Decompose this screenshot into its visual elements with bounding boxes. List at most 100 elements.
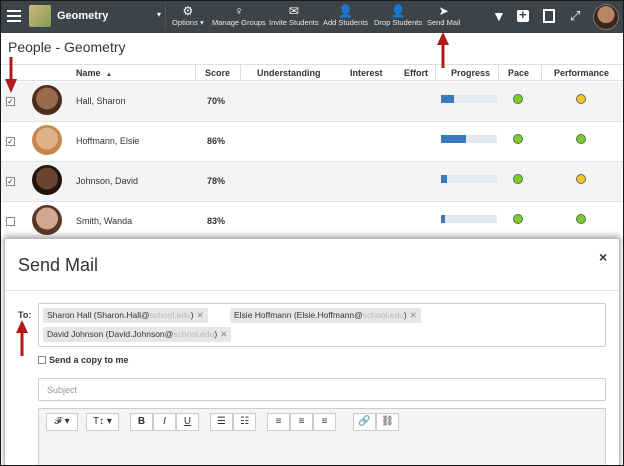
student-photo — [32, 85, 62, 115]
effort-column-header[interactable]: Effort — [404, 68, 428, 78]
sort-asc-icon: ▲ — [106, 72, 112, 78]
add-students-button[interactable]: 👤 Add Students — [323, 4, 368, 27]
student-name[interactable]: Hoffmann, Elsie — [76, 136, 139, 146]
avatar[interactable] — [593, 4, 619, 30]
recipient-chip[interactable]: Elsie Hoffmann (Elsie.Hoffmann@school.ed… — [230, 308, 421, 323]
copy-icon[interactable] — [543, 9, 555, 23]
chevron-down-icon[interactable]: ▾ — [157, 10, 161, 19]
send-copy-checkbox[interactable] — [38, 356, 46, 364]
options-button[interactable]: ⚙ Options ▾ — [172, 4, 204, 27]
name-column-header[interactable]: Name ▲ — [76, 68, 112, 78]
table-row[interactable]: ✓ Hall, Sharon 70% — [1, 82, 623, 122]
align-right-button[interactable]: ≡ — [313, 413, 336, 431]
remove-icon[interactable]: ✕ — [220, 329, 227, 339]
progress-bar — [441, 135, 497, 143]
invite-students-button[interactable]: ✉ Invite Students — [269, 4, 319, 27]
interest-column-header[interactable]: Interest — [350, 68, 383, 78]
remove-user-icon: 👤 — [390, 4, 406, 18]
menu-icon[interactable] — [7, 10, 21, 22]
unlink-button[interactable]: ⛓ — [376, 413, 399, 431]
progress-bar — [441, 215, 497, 223]
group-icon: ♀ — [234, 4, 244, 18]
pace-indicator — [513, 134, 523, 144]
column-divider — [541, 65, 542, 81]
table-header: Name ▲ Score Understanding Interest Effo… — [1, 64, 623, 81]
close-icon[interactable]: × — [599, 249, 607, 265]
column-divider — [195, 65, 196, 81]
progress-fill — [441, 135, 467, 143]
student-score: 86% — [207, 136, 226, 146]
student-name[interactable]: Hall, Sharon — [76, 96, 126, 106]
row-checkbox[interactable]: ✓ — [6, 177, 15, 186]
app-window: Geometry ▾ ⚙ Options ▾ ♀ Manage Groups ✉… — [1, 1, 623, 465]
recipient-chip[interactable]: Sharon Hall (Sharon.Hall@school.edu) ✕ — [43, 308, 208, 323]
row-checkbox[interactable] — [6, 217, 15, 226]
paper-plane-icon: ➤ — [438, 4, 449, 18]
recipients-field[interactable]: Sharon Hall (Sharon.Hall@school.edu) ✕ El… — [38, 303, 606, 347]
table-row[interactable]: Smith, Wanda 83% — [1, 202, 623, 242]
top-toolbar: Geometry ▾ ⚙ Options ▾ ♀ Manage Groups ✉… — [1, 1, 623, 33]
bold-button[interactable]: B — [130, 413, 153, 431]
student-photo — [32, 125, 62, 155]
send-copy-option[interactable]: Send a copy to me — [38, 355, 129, 365]
performance-indicator — [576, 174, 586, 184]
subject-input[interactable]: Subject — [38, 378, 606, 401]
page-title: People - Geometry — [8, 39, 126, 55]
column-divider — [498, 65, 499, 81]
remove-icon[interactable]: ✕ — [197, 310, 204, 320]
pace-indicator — [513, 214, 523, 224]
performance-indicator — [576, 214, 586, 224]
envelope-icon: ✉ — [288, 4, 299, 18]
performance-indicator — [576, 134, 586, 144]
progress-bar — [441, 95, 497, 103]
student-score: 70% — [207, 96, 226, 106]
font-dropdown[interactable]: 𝓕 ▾ — [46, 413, 78, 431]
course-thumbnail — [29, 5, 51, 27]
add-user-icon: 👤 — [338, 4, 353, 18]
remove-icon[interactable]: ✕ — [410, 310, 417, 320]
message-editor[interactable]: 𝓕 ▾ T↕ ▾ B I U ☰ ☷ ≡ ≡ ≡ 🔗 ⛓ — [38, 408, 606, 465]
understanding-column-header[interactable]: Understanding — [257, 68, 321, 78]
course-selector[interactable]: Geometry — [57, 10, 108, 22]
filter-icon[interactable]: ▼ — [492, 8, 506, 24]
send-mail-button[interactable]: ➤ Send Mail — [427, 4, 460, 27]
align-center-button[interactable]: ≡ — [290, 413, 313, 431]
bullet-list-button[interactable]: ☰ — [210, 413, 233, 431]
student-score: 83% — [207, 216, 226, 226]
student-photo — [32, 205, 62, 235]
add-icon[interactable]: + — [517, 7, 529, 22]
student-name[interactable]: Johnson, David — [76, 176, 138, 186]
dialog-title: Send Mail — [18, 255, 99, 275]
align-left-button[interactable]: ≡ — [267, 413, 290, 431]
table-row[interactable]: ✓ Hoffmann, Elsie 86% — [1, 122, 623, 162]
gear-icon: ⚙ — [182, 4, 194, 18]
italic-button[interactable]: I — [153, 413, 176, 431]
pace-column-header[interactable]: Pace — [508, 68, 529, 78]
send-mail-dialog: Send Mail × To: Sharon Hall (Sharon.Hall… — [4, 238, 620, 465]
pace-indicator — [513, 174, 523, 184]
row-checkbox[interactable]: ✓ — [6, 137, 15, 146]
progress-bar — [441, 175, 497, 183]
student-photo — [32, 165, 62, 195]
manage-groups-button[interactable]: ♀ Manage Groups — [212, 4, 266, 27]
performance-column-header[interactable]: Performance — [554, 68, 609, 78]
annotation-arrow-up — [16, 320, 28, 356]
annotation-arrow-down — [5, 57, 17, 93]
font-size-dropdown[interactable]: T↕ ▾ — [86, 413, 119, 431]
drop-students-button[interactable]: 👤 Drop Students — [374, 4, 422, 27]
performance-indicator — [576, 94, 586, 104]
progress-fill — [441, 215, 445, 223]
expand-icon[interactable]: ⤢ — [570, 8, 580, 24]
student-name[interactable]: Smith, Wanda — [76, 216, 132, 226]
link-button[interactable]: 🔗 — [353, 413, 376, 431]
progress-fill — [441, 95, 454, 103]
table-row[interactable]: ✓ Johnson, David 78% — [1, 162, 623, 202]
row-checkbox[interactable]: ✓ — [6, 97, 15, 106]
progress-fill — [441, 175, 447, 183]
score-column-header[interactable]: Score — [205, 68, 230, 78]
recipient-chip[interactable]: David Johnson (David.Johnson@school.edu)… — [43, 327, 232, 342]
numbered-list-button[interactable]: ☷ — [233, 413, 256, 431]
annotation-arrow-up — [437, 32, 449, 68]
underline-button[interactable]: U — [176, 413, 199, 431]
progress-column-header[interactable]: Progress — [451, 68, 490, 78]
